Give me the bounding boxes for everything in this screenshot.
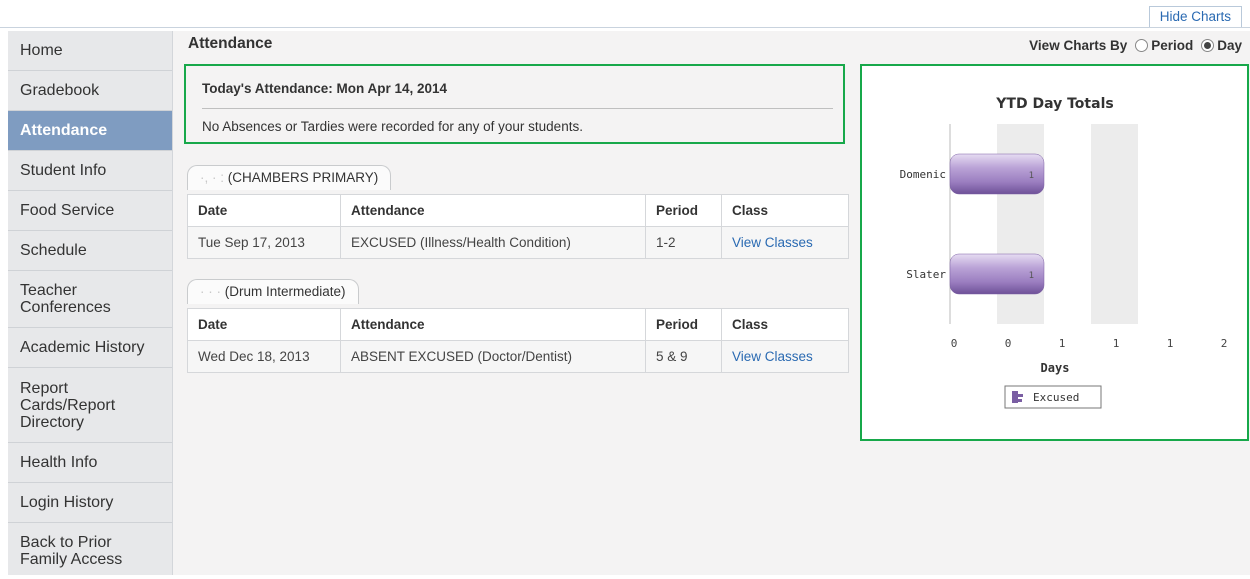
attendance-table-1: Date Attendance Period Class Tue Sep 17,… (187, 194, 849, 259)
student-name-redacted: · · · (200, 284, 221, 299)
radio-day-label[interactable]: Day (1217, 38, 1242, 53)
ytd-day-totals-chart: YTD Day Totals 1 Domenic 1 Slater 0 0 1 1 1 2 Days E… (900, 96, 1228, 409)
cell-date: Tue Sep 17, 2013 (187, 226, 341, 259)
attendance-table-2: Date Attendance Period Class Wed Dec 18,… (187, 308, 849, 373)
cell-attendance: EXCUSED (Illness/Health Condition) (340, 226, 646, 259)
page-title: Attendance (188, 35, 273, 52)
student-school: (CHAMBERS PRIMARY) (227, 170, 379, 185)
x-tick-label: 1 (1059, 337, 1066, 350)
view-classes-link[interactable]: View Classes (732, 349, 813, 364)
view-charts-by: View Charts By Period Day (1029, 38, 1242, 53)
sidebar-item-home[interactable]: Home (8, 31, 172, 71)
sidebar-item-teacher-conferences[interactable]: Teacher Conferences (8, 271, 172, 328)
col-header-date: Date (187, 308, 341, 341)
col-header-date: Date (187, 194, 341, 227)
col-header-class: Class (721, 194, 849, 227)
col-header-attendance: Attendance (340, 308, 646, 341)
cell-attendance: ABSENT EXCUSED (Doctor/Dentist) (340, 340, 646, 373)
sidebar-item-food-service[interactable]: Food Service (8, 191, 172, 231)
cell-date: Wed Dec 18, 2013 (187, 340, 341, 373)
data-label-slater: 1 (1029, 271, 1034, 281)
x-tick-label: 1 (1113, 337, 1120, 350)
category-label-slater: Slater (906, 268, 946, 281)
col-header-period: Period (645, 194, 722, 227)
col-header-period: Period (645, 308, 722, 341)
radio-period-label[interactable]: Period (1151, 38, 1193, 53)
cell-class: View Classes (721, 226, 849, 259)
student-school: (Drum Intermediate) (224, 284, 346, 299)
chart-title: YTD Day Totals (995, 96, 1113, 112)
table-header-row: Date Attendance Period Class (187, 194, 849, 227)
legend-swatch (1018, 394, 1023, 397)
todays-attendance-box: Today's Attendance: Mon Apr 14, 2014 No … (184, 64, 845, 144)
view-charts-by-label: View Charts By (1029, 38, 1128, 53)
todays-attendance-title: Today's Attendance: Mon Apr 14, 2014 (202, 81, 448, 96)
student-tab-2[interactable]: · · · (Drum Intermediate) (187, 279, 359, 304)
table-row: Wed Dec 18, 2013 ABSENT EXCUSED (Doctor/… (187, 340, 849, 373)
student-name-redacted: ·, · : (200, 170, 224, 185)
divider (202, 108, 833, 109)
x-tick-label: 2 (1221, 337, 1228, 350)
top-bar: Hide Charts (0, 0, 1250, 32)
todays-attendance-message: No Absences or Tardies were recorded for… (202, 119, 583, 134)
sidebar-nav: Home Gradebook Attendance Student Info F… (8, 31, 173, 575)
radio-day[interactable] (1201, 39, 1215, 52)
sidebar-item-report-cards[interactable]: Report Cards/Report Directory (8, 368, 172, 443)
sidebar-item-attendance[interactable]: Attendance (8, 111, 172, 151)
table-row: Tue Sep 17, 2013 EXCUSED (Illness/Health… (187, 226, 849, 259)
top-divider (0, 27, 1250, 28)
view-classes-link[interactable]: View Classes (732, 235, 813, 250)
sidebar-item-academic-history[interactable]: Academic History (8, 328, 172, 368)
grid-band (1091, 124, 1138, 324)
category-label-domenic: Domenic (900, 168, 946, 181)
student-tab-1[interactable]: ·, · : (CHAMBERS PRIMARY) (187, 165, 392, 190)
x-tick-label: 0 (951, 337, 958, 350)
x-tick-label: 0 (1005, 337, 1012, 350)
sidebar-item-schedule[interactable]: Schedule (8, 231, 172, 271)
cell-period: 5 & 9 (645, 340, 722, 373)
cell-class: View Classes (721, 340, 849, 373)
hide-charts-tab[interactable]: Hide Charts (1148, 6, 1242, 27)
data-label-domenic: 1 (1029, 171, 1034, 181)
legend-label-excused: Excused (1033, 391, 1079, 404)
sidebar-item-back-to-prior[interactable]: Back to Prior Family Access (8, 523, 172, 579)
col-header-class: Class (721, 308, 849, 341)
x-axis-title: Days (1041, 361, 1070, 375)
radio-period[interactable] (1135, 39, 1149, 52)
cell-period: 1-2 (645, 226, 722, 259)
sidebar-item-student-info[interactable]: Student Info (8, 151, 172, 191)
legend-swatch (1012, 391, 1018, 403)
table-header-row: Date Attendance Period Class (187, 308, 849, 341)
sidebar-item-gradebook[interactable]: Gradebook (8, 71, 172, 111)
legend-swatch (1018, 399, 1022, 402)
sidebar-item-login-history[interactable]: Login History (8, 483, 172, 523)
x-tick-label: 1 (1167, 337, 1174, 350)
sidebar-item-health-info[interactable]: Health Info (8, 443, 172, 483)
ytd-chart-panel: YTD Day Totals 1 Domenic 1 Slater 0 0 1 1 1 2 Days E… (860, 64, 1249, 441)
col-header-attendance: Attendance (340, 194, 646, 227)
